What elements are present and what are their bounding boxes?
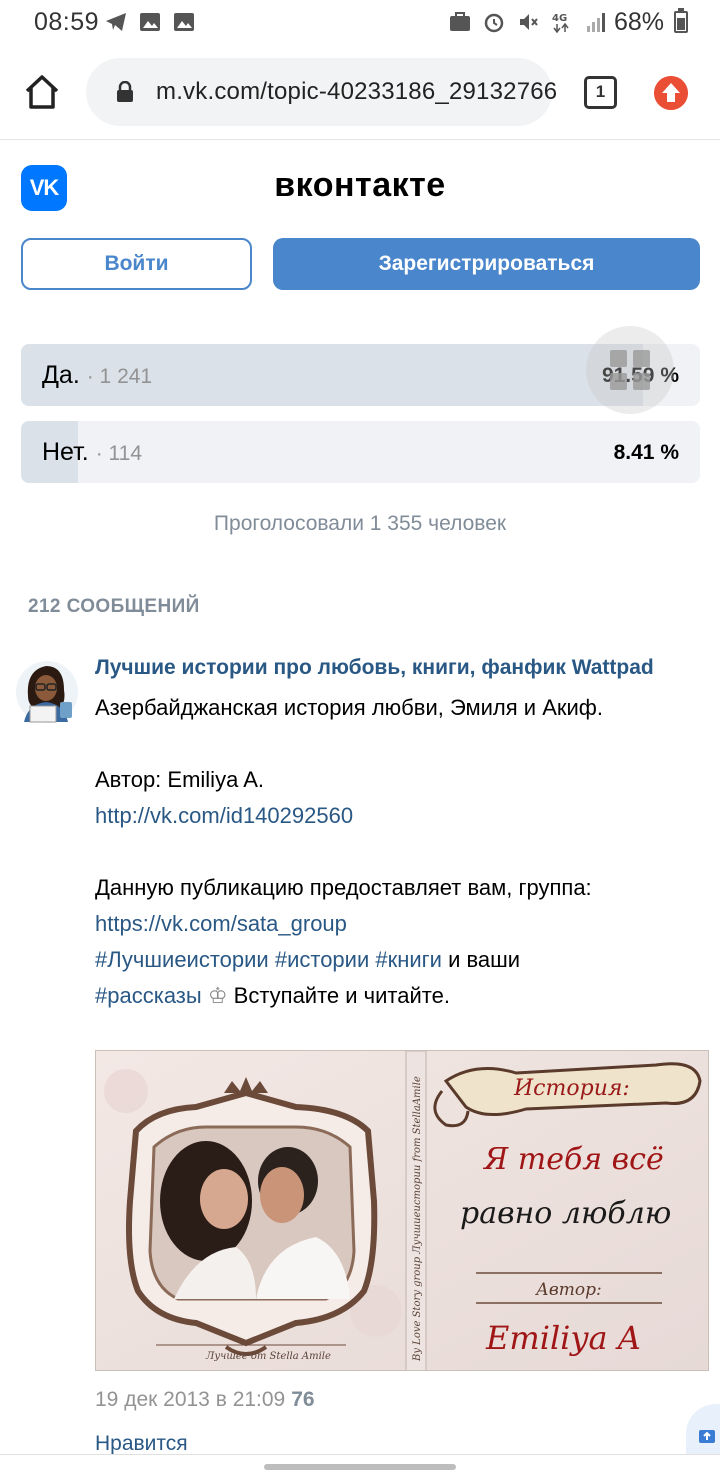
post-line: Данную публикацию предоставляет вам, гру… bbox=[95, 875, 592, 900]
image-icon bbox=[140, 13, 160, 31]
bottom-divider bbox=[0, 1454, 720, 1455]
post-line: #рассказы ♔ Вступайте и читайте. bbox=[95, 978, 715, 1014]
status-time: 08:59 bbox=[34, 8, 100, 36]
author-profile-link[interactable]: http://vk.com/id140292560 bbox=[95, 798, 715, 834]
hashtag-links[interactable]: #Лучшиеистории #истории #книги bbox=[95, 947, 442, 972]
signal-icon bbox=[587, 13, 605, 32]
cover-author-name: Emiliya A bbox=[485, 1319, 641, 1357]
poll-option-text: Да. bbox=[42, 361, 80, 389]
url-text: m.vk.com/topic-40233186_29132766 bbox=[156, 78, 558, 105]
poll-option-no[interactable]: Нет. · 114 8.41 % bbox=[21, 421, 700, 483]
cover-title-text: Я тебя всё bbox=[482, 1142, 664, 1177]
cover-title-line2: равно люблю bbox=[460, 1196, 671, 1231]
group-link[interactable]: https://vk.com/sata_group bbox=[95, 906, 715, 942]
image-icon-2 bbox=[174, 13, 194, 31]
post-text: Азербайджанская история любви, Эмиля и А… bbox=[95, 690, 715, 1014]
browser-toolbar: m.vk.com/topic-40233186_29132766 1 bbox=[0, 44, 720, 140]
mute-icon bbox=[520, 14, 538, 30]
grid-menu-icon bbox=[610, 350, 650, 390]
messages-count-header: 212 СООБЩЕНИЙ bbox=[28, 596, 200, 617]
post-line: Автор: Emiliya A. bbox=[95, 767, 264, 792]
crown-emoji: ♔ bbox=[201, 983, 234, 1008]
register-button[interactable]: Зарегистрироваться bbox=[273, 238, 700, 290]
battery-percent: 68% bbox=[613, 8, 664, 36]
post-line: #Лучшиеистории #истории #книги и ваши bbox=[95, 942, 715, 978]
cover-footer-text: Лучшее от Stella Amile bbox=[205, 1351, 331, 1362]
briefcase-icon bbox=[450, 12, 470, 31]
svg-text:4G: 4G bbox=[552, 13, 567, 24]
post-empty-line bbox=[95, 726, 715, 762]
address-bar[interactable]: m.vk.com/topic-40233186_29132766 bbox=[86, 58, 557, 126]
notification-icons bbox=[104, 10, 196, 34]
poll-option-label: Нет. · 114 bbox=[42, 438, 142, 467]
group-avatar[interactable] bbox=[14, 656, 80, 728]
system-icons: 4G bbox=[448, 10, 608, 34]
poll-option-count: · 1 241 bbox=[86, 365, 153, 388]
cover-banner-text: История: bbox=[513, 1076, 630, 1101]
like-button[interactable]: Нравится bbox=[95, 1432, 188, 1456]
hashtag-link[interactable]: #рассказы bbox=[95, 983, 202, 1008]
poll-option-percent: 8.41 % bbox=[613, 441, 679, 464]
gesture-nav-bar[interactable] bbox=[264, 1464, 456, 1470]
lock-icon bbox=[117, 81, 133, 102]
battery-icon bbox=[674, 8, 688, 33]
page-title: вконтакте bbox=[274, 166, 446, 204]
post-views-count: 76 bbox=[291, 1388, 315, 1411]
network-4g-icon: 4G bbox=[552, 13, 569, 34]
alarm-icon bbox=[484, 13, 504, 33]
post-empty-line bbox=[95, 834, 715, 870]
post-line: Азербайджанская история любви, Эмиля и А… bbox=[95, 695, 603, 720]
poll-option-label: Да. · 1 241 bbox=[42, 361, 152, 390]
post-text-fragment: и ваши bbox=[441, 947, 521, 972]
book-cover-illustration: Лучшее от Stella Amile By Love Story gro… bbox=[96, 1051, 708, 1370]
tab-switcher-button[interactable]: 1 bbox=[584, 76, 617, 109]
telegram-icon bbox=[106, 13, 126, 31]
post-image[interactable]: Лучшее от Stella Amile By Love Story gro… bbox=[95, 1050, 709, 1371]
post-meta: 19 дек 2013 в 21:09 76 bbox=[95, 1388, 315, 1412]
home-icon[interactable] bbox=[22, 72, 62, 112]
poll-option-text: Нет. bbox=[42, 438, 89, 466]
update-arrow-icon[interactable] bbox=[654, 76, 688, 110]
poll-total-votes: Проголосовали 1 355 человек bbox=[213, 512, 507, 535]
poll-option-count: · 114 bbox=[95, 442, 143, 465]
scroll-to-top-icon[interactable] bbox=[686, 1404, 720, 1454]
cover-author-label: Автор: bbox=[535, 1280, 602, 1300]
login-button[interactable]: Войти bbox=[21, 238, 252, 290]
cover-spine-text: By Love Story group Лучшиеистории from S… bbox=[412, 1076, 423, 1362]
post-text-fragment: Вступайте и читайте. bbox=[233, 983, 450, 1008]
cover-title-line1: Я тебя всё bbox=[482, 1142, 664, 1177]
status-bar: 08:59 4G 68% bbox=[0, 0, 720, 44]
post-date[interactable]: 19 дек 2013 в 21:09 bbox=[95, 1388, 285, 1411]
post-author-link[interactable]: Лучшие истории про любовь, книги, фанфик… bbox=[95, 656, 654, 680]
